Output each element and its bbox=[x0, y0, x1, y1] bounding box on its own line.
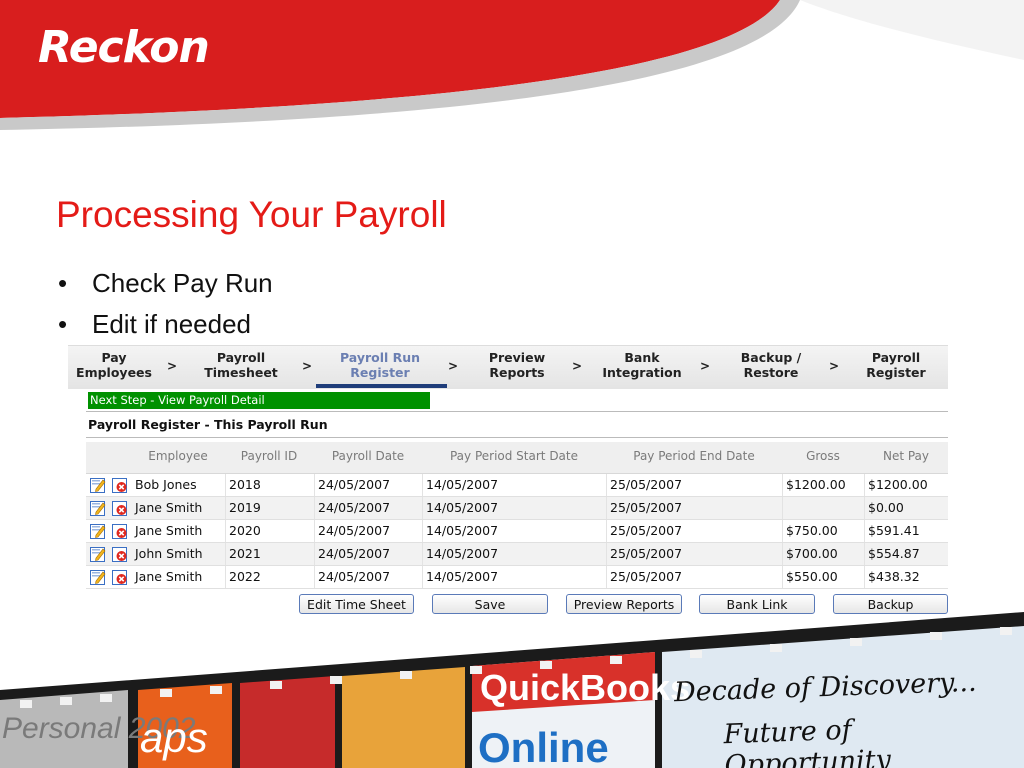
table-row[interactable]: Jane Smith 2020 24/05/2007 14/05/2007 25/05/… bbox=[86, 520, 948, 543]
edit-icon[interactable] bbox=[90, 569, 106, 585]
delete-icon[interactable] bbox=[112, 569, 128, 585]
cell-net-pay: $591.41 bbox=[864, 520, 948, 542]
cell-gross bbox=[782, 497, 864, 519]
step-separator-icon: > bbox=[572, 359, 583, 373]
cell-gross: $550.00 bbox=[782, 566, 864, 588]
cell-net-pay: $1200.00 bbox=[864, 474, 948, 496]
reckon-logo: Reckon bbox=[38, 22, 210, 73]
column-header-net-pay[interactable]: Net Pay bbox=[864, 442, 948, 473]
cell-period-start: 14/05/2007 bbox=[422, 474, 606, 496]
step-payroll-run-register[interactable]: Payroll Run Register bbox=[330, 350, 430, 380]
delete-icon[interactable] bbox=[112, 523, 128, 539]
step-separator-icon: > bbox=[167, 359, 178, 373]
cell-gross: $1200.00 bbox=[782, 474, 864, 496]
cell-net-pay: $0.00 bbox=[864, 497, 948, 519]
column-header-payroll-date[interactable]: Payroll Date bbox=[314, 442, 422, 473]
active-step-indicator bbox=[316, 384, 447, 388]
cell-period-start: 14/05/2007 bbox=[422, 497, 606, 519]
edit-icon[interactable] bbox=[90, 477, 106, 493]
bullet-text: Edit if needed bbox=[92, 309, 252, 339]
table-row[interactable]: John Smith 2021 24/05/2007 14/05/2007 25/05/… bbox=[86, 543, 948, 566]
step-separator-icon: > bbox=[829, 359, 840, 373]
cell-period-end: 25/05/2007 bbox=[606, 474, 782, 496]
cell-period-end: 25/05/2007 bbox=[606, 543, 782, 565]
cell-payroll-date: 24/05/2007 bbox=[314, 474, 422, 496]
step-backup-restore[interactable]: Backup / Restore bbox=[728, 350, 814, 380]
column-header-employee[interactable]: Employee bbox=[136, 442, 220, 473]
step-pay-employees[interactable]: Pay Employees bbox=[74, 350, 154, 380]
column-header-period-start[interactable]: Pay Period Start Date bbox=[422, 442, 606, 473]
slide-title: Processing Your Payroll bbox=[56, 194, 447, 235]
cell-employee: Jane Smith bbox=[135, 523, 203, 538]
edit-icon[interactable] bbox=[90, 500, 106, 516]
register-title: Payroll Register - This Payroll Run bbox=[88, 417, 328, 432]
cell-period-start: 14/05/2007 bbox=[422, 543, 606, 565]
cell-payroll-date: 24/05/2007 bbox=[314, 566, 422, 588]
step-preview-reports[interactable]: Preview Reports bbox=[476, 350, 558, 380]
step-payroll-timesheet[interactable]: Payroll Timesheet bbox=[198, 350, 284, 380]
tagline-line-2: Future of Opportunity bbox=[723, 714, 892, 768]
step-bank-integration[interactable]: Bank Integration bbox=[595, 350, 689, 380]
film-label-quickbooks: QuickBooks bbox=[480, 667, 690, 708]
edit-icon[interactable] bbox=[90, 523, 106, 539]
cell-payroll-id: 2022 bbox=[225, 566, 314, 588]
table-body: Bob Jones 2018 24/05/2007 14/05/2007 25/05/2… bbox=[86, 474, 948, 589]
payroll-register-table: Employee Payroll ID Payroll Date Pay Per… bbox=[86, 442, 948, 589]
delete-icon[interactable] bbox=[112, 546, 128, 562]
next-step-link[interactable]: Next Step - View Payroll Detail bbox=[88, 392, 430, 409]
column-header-gross[interactable]: Gross bbox=[782, 442, 864, 473]
cell-period-start: 14/05/2007 bbox=[422, 566, 606, 588]
step-separator-icon: > bbox=[302, 359, 313, 373]
cell-payroll-id: 2021 bbox=[225, 543, 314, 565]
cell-period-end: 25/05/2007 bbox=[606, 566, 782, 588]
cell-payroll-date: 24/05/2007 bbox=[314, 520, 422, 542]
cell-gross: $700.00 bbox=[782, 543, 864, 565]
column-header-payroll-id[interactable]: Payroll ID bbox=[225, 442, 313, 473]
step-separator-icon: > bbox=[700, 359, 711, 373]
step-separator-icon: > bbox=[448, 359, 459, 373]
step-payroll-register[interactable]: Payroll Register bbox=[858, 350, 934, 380]
table-row[interactable]: Jane Smith 2019 24/05/2007 14/05/2007 25/05/… bbox=[86, 497, 948, 520]
bullet-item: • Check Pay Run bbox=[58, 268, 273, 299]
bullet-text: Check Pay Run bbox=[92, 268, 273, 298]
cell-period-end: 25/05/2007 bbox=[606, 497, 782, 519]
cell-employee: John Smith bbox=[135, 546, 203, 561]
cell-net-pay: $554.87 bbox=[864, 543, 948, 565]
cell-period-end: 25/05/2007 bbox=[606, 520, 782, 542]
cell-employee: Jane Smith bbox=[135, 500, 203, 515]
table-row[interactable]: Bob Jones 2018 24/05/2007 14/05/2007 25/05/2… bbox=[86, 474, 948, 497]
divider bbox=[86, 437, 948, 438]
cell-gross: $750.00 bbox=[782, 520, 864, 542]
divider bbox=[86, 411, 948, 412]
delete-icon[interactable] bbox=[112, 477, 128, 493]
film-label-aps: aps bbox=[140, 714, 208, 761]
table-header-row: Employee Payroll ID Payroll Date Pay Per… bbox=[86, 442, 948, 474]
cell-payroll-date: 24/05/2007 bbox=[314, 497, 422, 519]
bullet-dot-icon: • bbox=[58, 309, 68, 339]
cell-payroll-id: 2018 bbox=[225, 474, 314, 496]
cell-employee: Jane Smith bbox=[135, 569, 203, 584]
cell-payroll-id: 2020 bbox=[225, 520, 314, 542]
delete-icon[interactable] bbox=[112, 500, 128, 516]
wizard-steps-bar: Pay Employees > Payroll Timesheet > Payrol… bbox=[68, 345, 948, 389]
film-label-online: Online bbox=[478, 724, 609, 768]
cell-period-start: 14/05/2007 bbox=[422, 520, 606, 542]
cell-payroll-id: 2019 bbox=[225, 497, 314, 519]
edit-icon[interactable] bbox=[90, 546, 106, 562]
slide: Reckon Processing Your Payroll • Check Pa… bbox=[0, 0, 1024, 768]
column-header-period-end[interactable]: Pay Period End Date bbox=[606, 442, 782, 473]
cell-net-pay: $438.32 bbox=[864, 566, 948, 588]
bullet-item: • Edit if needed bbox=[58, 309, 251, 340]
cell-employee: Bob Jones bbox=[135, 477, 197, 492]
cell-payroll-date: 24/05/2007 bbox=[314, 543, 422, 565]
bullet-dot-icon: • bbox=[58, 268, 68, 298]
table-row[interactable]: Jane Smith 2022 24/05/2007 14/05/2007 25/05/… bbox=[86, 566, 948, 589]
